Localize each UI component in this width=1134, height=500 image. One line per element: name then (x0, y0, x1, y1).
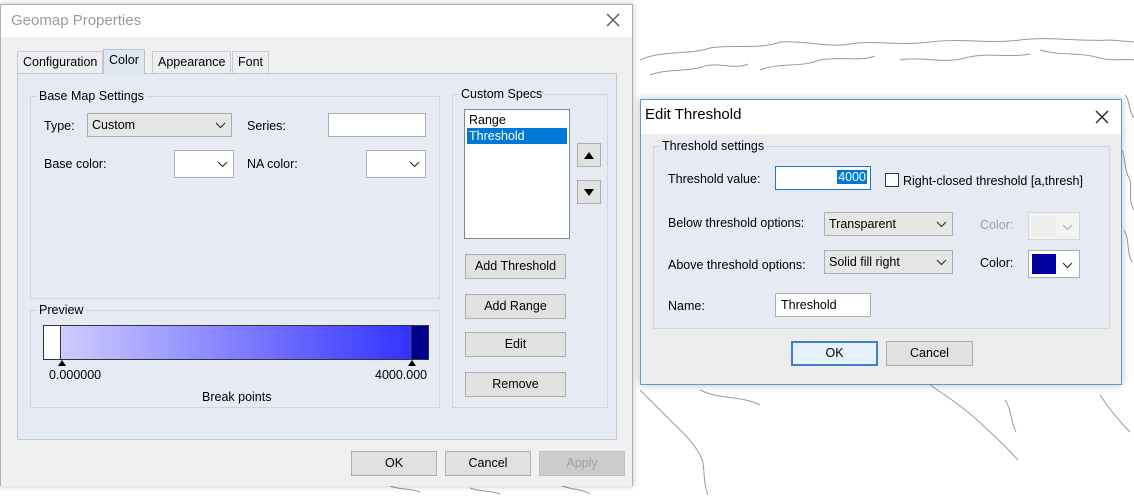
dialog-footer: OK Cancel Apply (1, 445, 632, 486)
type-select-value: Custom (92, 118, 136, 132)
window-title: Geomap Properties (11, 12, 142, 29)
move-down-button[interactable] (577, 180, 601, 204)
name-input[interactable]: Threshold (775, 293, 871, 317)
above-options-select[interactable]: Solid fill right (824, 250, 953, 274)
chevron-down-icon (1062, 224, 1073, 231)
edit-threshold-titlebar: Edit Threshold (641, 100, 1121, 134)
custom-specs-label: Custom Specs (459, 87, 545, 101)
arrow-down-icon (584, 189, 594, 196)
move-up-button[interactable] (577, 143, 601, 167)
remove-button[interactable]: Remove (465, 372, 566, 397)
base-color-picker[interactable] (174, 150, 234, 178)
type-select[interactable]: Custom (87, 113, 232, 137)
threshold-value-label: Threshold value: (668, 172, 761, 186)
right-closed-label: Right-closed threshold [a,thresh] (903, 174, 1083, 188)
apply-button[interactable]: Apply (539, 451, 625, 476)
add-threshold-button[interactable]: Add Threshold (465, 254, 566, 279)
add-range-button[interactable]: Add Range (465, 294, 566, 319)
threshold-settings-label: Threshold settings (660, 139, 767, 153)
threshold-value-text: 4000 (837, 170, 867, 184)
na-color-picker[interactable] (366, 150, 426, 178)
threshold-settings-group: Threshold settings Threshold value: 4000… (653, 139, 1110, 329)
right-closed-checkbox[interactable] (885, 173, 899, 187)
base-map-settings-group: Base Map Settings Type: Custom Series: B… (30, 89, 440, 299)
list-item-range[interactable]: Range (467, 112, 567, 128)
chevron-down-icon (217, 161, 228, 168)
below-break-color (44, 326, 61, 359)
close-button[interactable] (1091, 106, 1113, 128)
break-min-label: 0.000000 (49, 368, 102, 382)
arrow-up-icon (584, 152, 594, 159)
base-color-label: Base color: (44, 157, 107, 171)
na-color-label: NA color: (247, 157, 298, 171)
break-marker-max-icon[interactable] (408, 360, 416, 366)
above-color-picker[interactable] (1028, 250, 1080, 278)
geomap-properties-window: Geomap Properties Configuration Color Ap… (0, 4, 633, 486)
name-label: Name: (668, 299, 705, 313)
above-break-color (411, 326, 428, 359)
ok-button[interactable]: OK (351, 451, 437, 476)
color-gradient-preview (43, 325, 429, 360)
close-button[interactable] (602, 9, 624, 31)
type-label: Type: (44, 119, 75, 133)
name-input-text: Threshold (781, 298, 837, 312)
edit-button[interactable]: Edit (465, 332, 566, 357)
break-max-label: 4000.000 (375, 368, 428, 382)
chevron-down-icon (936, 221, 947, 228)
chevron-down-icon (1062, 262, 1073, 269)
base-map-settings-label: Base Map Settings (37, 89, 146, 103)
threshold-value-input[interactable]: 4000 (775, 166, 871, 190)
series-input[interactable] (328, 113, 426, 137)
series-label: Series: (247, 119, 286, 133)
dialog-title: Edit Threshold (645, 106, 742, 123)
cancel-button[interactable]: Cancel (886, 341, 973, 366)
preview-label: Preview (37, 303, 86, 317)
tab-font[interactable]: Font (232, 51, 270, 73)
below-options-label: Below threshold options: (668, 216, 805, 230)
edit-threshold-dialog: Edit Threshold Threshold settings Thresh… (640, 99, 1122, 385)
above-options-label: Above threshold options: (668, 258, 806, 272)
below-options-value: Transparent (829, 217, 896, 231)
tab-color[interactable]: Color (103, 49, 145, 74)
chevron-down-icon (215, 122, 226, 129)
ok-button[interactable]: OK (791, 341, 878, 366)
break-marker-min-icon[interactable] (58, 360, 66, 366)
tab-configuration[interactable]: Configuration (17, 51, 104, 73)
chevron-down-icon (409, 161, 420, 168)
chevron-down-icon (936, 259, 947, 266)
below-color-label: Color: (980, 218, 1014, 232)
break-points-caption: Break points (202, 390, 272, 404)
close-icon (1095, 110, 1109, 124)
custom-specs-list[interactable]: Range Threshold (464, 109, 570, 239)
geomap-properties-titlebar: Geomap Properties (1, 5, 632, 37)
tab-appearance[interactable]: Appearance (152, 51, 232, 73)
above-color-chip (1032, 254, 1056, 274)
close-icon (606, 13, 620, 27)
cancel-button[interactable]: Cancel (445, 451, 531, 476)
list-item-threshold[interactable]: Threshold (467, 128, 567, 144)
below-color-chip (1032, 216, 1056, 236)
above-options-value: Solid fill right (829, 255, 900, 269)
below-options-select[interactable]: Transparent (824, 212, 953, 236)
color-tab-panel: Base Map Settings Type: Custom Series: B… (17, 73, 617, 440)
above-color-label: Color: (980, 256, 1014, 270)
below-color-picker[interactable] (1028, 212, 1080, 240)
